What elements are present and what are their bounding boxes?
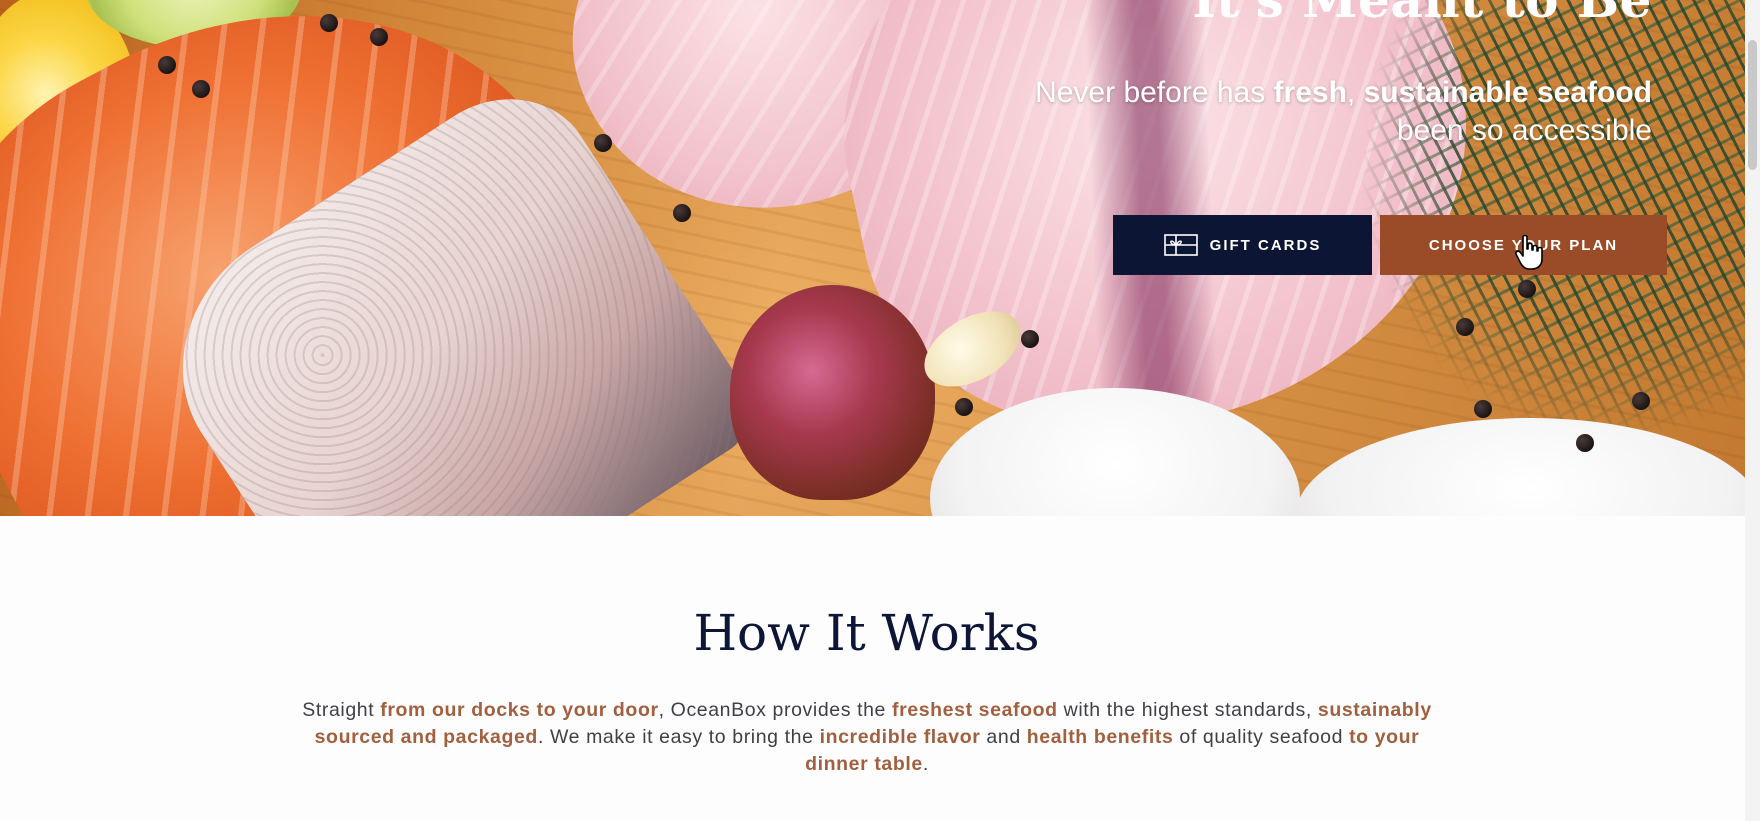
gift-card-icon [1163, 234, 1198, 256]
peppercorn [1474, 400, 1492, 418]
peppercorn [955, 398, 973, 416]
gift-cards-button[interactable]: GIFT CARDS [1113, 215, 1372, 275]
scrollbar-thumb[interactable] [1748, 40, 1757, 170]
subtitle-text: Never before has [1035, 76, 1274, 109]
page-scrollbar[interactable] [1745, 0, 1760, 821]
subtitle-bold: fresh [1273, 76, 1347, 109]
subtitle-bold: sustainable seafood [1363, 76, 1652, 109]
body-text: Straight [302, 699, 381, 721]
hero-title: It's Meant to Be [1192, 0, 1652, 29]
subtitle-text: been so accessible [1396, 114, 1652, 147]
peppercorn [1456, 318, 1474, 336]
body-text: of quality seafood [1173, 726, 1350, 748]
how-it-works-description: Straight from our docks to your door, Oc… [300, 697, 1434, 778]
body-text: . [922, 753, 929, 775]
hand-pointer-icon [1514, 234, 1544, 270]
body-text: . We make it easy to bring the [537, 726, 820, 748]
shallot-image [730, 285, 935, 500]
body-highlight: freshest seafood [892, 699, 1058, 721]
peppercorn [192, 80, 210, 98]
peppercorn [370, 28, 388, 46]
peppercorn [1632, 392, 1650, 410]
peppercorn [673, 204, 691, 222]
body-highlight: from our docks to your door [380, 699, 659, 721]
gift-cards-label: GIFT CARDS [1209, 236, 1322, 254]
body-text: , OceanBox provides the [658, 699, 892, 721]
peppercorn [594, 134, 612, 152]
peppercorn [158, 56, 176, 74]
body-highlight: incredible flavor [819, 726, 981, 748]
hero-subtitle: Never before has fresh, sustainable seaf… [1032, 74, 1652, 150]
peppercorn [1576, 434, 1594, 452]
body-highlight: health benefits [1026, 726, 1174, 748]
peppercorn [320, 14, 338, 32]
subtitle-text: , [1346, 76, 1364, 109]
peppercorn [1021, 330, 1039, 348]
peppercorn [1518, 280, 1536, 298]
hero-banner: It's Meant to Be Never before has fresh,… [0, 0, 1745, 516]
body-text: with the highest standards, [1057, 699, 1318, 721]
how-it-works-title: How It Works [693, 604, 1040, 662]
body-text: and [980, 726, 1027, 748]
